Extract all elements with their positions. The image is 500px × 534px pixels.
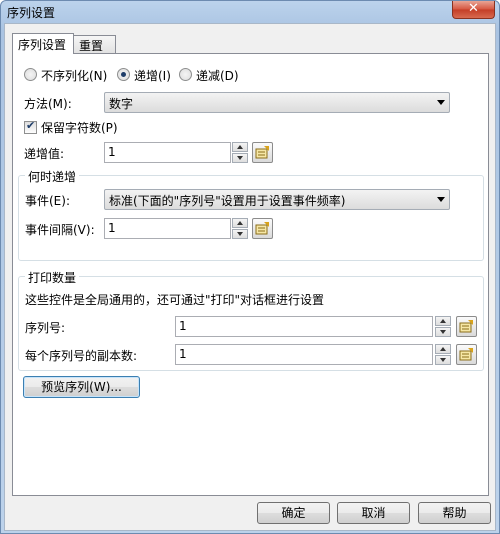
copies-value: 1 xyxy=(179,347,187,361)
title-bar[interactable]: 序列设置 ✕ xyxy=(1,1,499,23)
serial-prompt-button[interactable] xyxy=(456,316,477,337)
dialog-client: 序列设置 重置 不序列化(N) 递增(I) 递减(D) 方法(M): 数字 保留… xyxy=(4,23,496,531)
close-icon: ✕ xyxy=(468,1,479,16)
keep-chars-checkbox[interactable] xyxy=(24,119,37,134)
increment-spinner[interactable] xyxy=(232,142,248,163)
cancel-label: 取消 xyxy=(361,506,386,520)
method-select[interactable]: 数字 xyxy=(104,92,450,113)
spin-up-icon[interactable] xyxy=(435,344,451,354)
serial-input[interactable]: 1 xyxy=(175,316,433,337)
tab-serial-settings[interactable]: 序列设置 xyxy=(12,33,74,54)
ok-button[interactable]: 确定 xyxy=(257,502,330,524)
help-button[interactable]: 帮助 xyxy=(418,502,491,524)
print-note: 这些控件是全局通用的，还可通过"打印"对话框进行设置 xyxy=(25,293,325,307)
increment-input[interactable]: 1 xyxy=(104,142,231,163)
spin-down-icon[interactable] xyxy=(232,229,248,239)
spin-down-icon[interactable] xyxy=(435,327,451,337)
when-group: 何时递增 事件(E): 标准(下面的"序列号"设置用于设置事件频率) 事件间隔(… xyxy=(18,168,484,261)
increment-label: 递增值: xyxy=(24,147,65,161)
radio-increment[interactable] xyxy=(117,68,130,81)
cancel-button[interactable]: 取消 xyxy=(337,502,410,524)
chevron-down-icon xyxy=(437,197,445,202)
radio-no-serialize-label[interactable]: 不序列化(N) xyxy=(41,67,107,84)
chevron-down-icon xyxy=(437,100,445,105)
ok-label: 确定 xyxy=(281,506,306,520)
interval-input[interactable]: 1 xyxy=(104,218,231,239)
copies-label: 每个序列号的副本数: xyxy=(25,349,138,363)
tab-panel: 不序列化(N) 递增(I) 递减(D) 方法(M): 数字 保留字符数(P) 递… xyxy=(12,53,489,496)
method-label: 方法(M): xyxy=(24,97,72,111)
copies-spinner[interactable] xyxy=(435,344,451,365)
window-title: 序列设置 xyxy=(7,6,56,20)
radio-decrement-label[interactable]: 递减(D) xyxy=(196,67,239,84)
serial-spinner[interactable] xyxy=(435,316,451,337)
interval-prompt-button[interactable] xyxy=(252,218,273,239)
interval-label: 事件间隔(V): xyxy=(25,223,95,237)
close-button[interactable]: ✕ xyxy=(452,1,495,19)
print-group: 打印数量 这些控件是全局通用的，还可通过"打印"对话框进行设置 序列号: 1 每… xyxy=(18,269,484,371)
preview-serial-button[interactable]: 预览序列(W)... xyxy=(23,376,140,398)
tab-label: 序列设置 xyxy=(18,38,67,52)
help-label: 帮助 xyxy=(442,506,467,520)
serial-label: 序列号: xyxy=(25,321,66,335)
radio-no-serialize[interactable] xyxy=(24,68,37,81)
increment-prompt-button[interactable] xyxy=(252,142,273,163)
interval-value: 1 xyxy=(108,221,116,235)
event-label: 事件(E): xyxy=(25,194,70,208)
radio-decrement[interactable] xyxy=(179,68,192,81)
preview-serial-label: 预览序列(W)... xyxy=(41,380,122,394)
copies-prompt-button[interactable] xyxy=(456,344,477,365)
prompt-icon xyxy=(255,222,269,235)
increment-value: 1 xyxy=(108,145,116,159)
print-group-title: 打印数量 xyxy=(25,269,80,286)
copies-input[interactable]: 1 xyxy=(175,344,433,365)
method-value: 数字 xyxy=(109,97,134,111)
prompt-icon xyxy=(255,146,269,159)
when-group-title: 何时递增 xyxy=(25,168,80,185)
radio-increment-label[interactable]: 递增(I) xyxy=(134,67,171,84)
serial-value: 1 xyxy=(179,319,187,333)
interval-spinner[interactable] xyxy=(232,218,248,239)
spin-up-icon[interactable] xyxy=(435,316,451,326)
event-select[interactable]: 标准(下面的"序列号"设置用于设置事件频率) xyxy=(104,189,450,210)
keep-chars-label[interactable]: 保留字符数(P) xyxy=(41,119,118,136)
tab-label: 重置 xyxy=(79,39,104,53)
prompt-icon xyxy=(459,348,473,361)
spin-down-icon[interactable] xyxy=(232,153,248,163)
prompt-icon xyxy=(459,320,473,333)
spin-down-icon[interactable] xyxy=(435,355,451,365)
dialog-window: 序列设置 ✕ 序列设置 重置 不序列化(N) 递增(I) 递减(D) 方法(M)… xyxy=(0,0,500,534)
spin-up-icon[interactable] xyxy=(232,142,248,152)
spin-up-icon[interactable] xyxy=(232,218,248,228)
tab-reset[interactable]: 重置 xyxy=(73,35,116,53)
event-value: 标准(下面的"序列号"设置用于设置事件频率) xyxy=(109,194,346,208)
